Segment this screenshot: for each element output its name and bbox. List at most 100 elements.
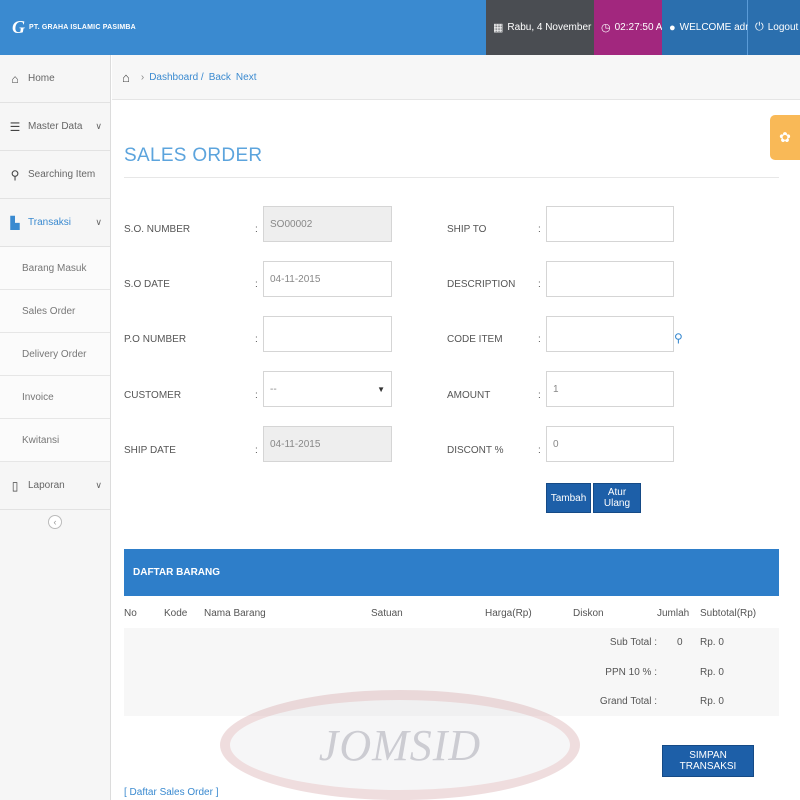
sidebar-subitem-label: Barang Masuk (22, 262, 87, 274)
sidebar-collapse: ‹ (0, 510, 110, 534)
user-icon: ● (669, 21, 676, 34)
caret-down-icon: ▼ (377, 384, 385, 394)
chevron-down-icon: ∨ (95, 480, 102, 490)
watermark-text: JOMSID (318, 720, 482, 770)
ship-to-input[interactable] (546, 206, 674, 242)
brand[interactable]: G PT. GRAHA ISLAMIC PASIMBA (0, 0, 486, 55)
top-bar: G PT. GRAHA ISLAMIC PASIMBA ▦ Rabu, 4 No… (0, 0, 800, 55)
ship-date-label: SHIP DATE (124, 445, 176, 456)
ppn-label: PPN 10 % : (605, 667, 657, 678)
amount-input[interactable] (546, 371, 674, 407)
discount-input[interactable] (546, 426, 674, 462)
sidebar-subitem-delivery-order[interactable]: Delivery Order (0, 333, 110, 376)
column-header-subtotal: Subtotal(Rp) (700, 608, 757, 619)
file-icon: ▯ (11, 478, 19, 493)
breadcrumb: ⌂ › Dashboard / Back Next (112, 55, 800, 100)
customer-select-value: -- (270, 383, 277, 395)
code-item-label: CODE ITEM (447, 334, 503, 345)
column-header-diskon: Diskon (573, 608, 604, 619)
power-icon: ⏻ (755, 21, 764, 33)
sidebar-subitem-invoice[interactable]: Invoice (0, 376, 110, 419)
page-title: SALES ORDER (124, 145, 263, 166)
sub-total-label: Sub Total : (609, 637, 657, 648)
home-icon: ⌂ (11, 71, 19, 86)
sidebar: ⌂ Home ☰ Master Data ∨ ⚲ Searching Item … (0, 55, 111, 800)
customer-label: CUSTOMER (124, 390, 182, 401)
search-icon[interactable]: ⚲ (674, 331, 683, 345)
time-display: ◷ 02:27:50 AM (594, 0, 671, 55)
sidebar-item-searching-item[interactable]: ⚲ Searching Item (0, 151, 110, 199)
date-display: ▦ Rabu, 4 November 2015 (486, 0, 616, 55)
sidebar-subitem-label: Kwitansi (22, 434, 60, 446)
ppn-value: Rp. 0 (700, 667, 724, 678)
clock-icon: ◷ (601, 22, 611, 34)
sidebar-item-laporan[interactable]: ▯ Laporan ∨ (0, 462, 110, 510)
simpan-transaksi-button[interactable]: SIMPAN TRANSAKSI (662, 745, 754, 777)
user-menu[interactable]: ● WELCOME admin (662, 0, 761, 55)
sidebar-item-label: Transaksi (28, 217, 71, 228)
calendar-icon: ▦ (493, 22, 504, 34)
sidebar-item-label: Searching Item (28, 169, 96, 180)
sidebar-subitem-label: Invoice (22, 391, 54, 403)
search-icon: ⚲ (10, 167, 20, 182)
description-input[interactable] (546, 261, 674, 297)
brand-name: PT. GRAHA ISLAMIC PASIMBA (29, 24, 136, 31)
brand-logo-icon: G (12, 17, 25, 37)
logout-button[interactable]: ⏻ Logout (748, 0, 800, 55)
code-item-input[interactable] (546, 316, 674, 352)
chevron-down-icon: ∨ (95, 121, 102, 131)
column-header-no: No (124, 608, 137, 619)
sidebar-subitem-sales-order[interactable]: Sales Order (0, 290, 110, 333)
colon: : (538, 224, 541, 235)
daftar-barang-header: DAFTAR BARANG (124, 549, 779, 596)
sub-total-value: Rp. 0 (700, 637, 724, 648)
tambah-button[interactable]: Tambah (546, 483, 591, 513)
chevron-down-icon: ∨ (95, 217, 102, 227)
column-header-nama-barang: Nama Barang (204, 608, 266, 619)
sidebar-subitem-kwitansi[interactable]: Kwitansi (0, 419, 110, 462)
sidebar-subitem-label: Sales Order (22, 305, 76, 317)
po-number-input[interactable] (263, 316, 392, 352)
settings-gear-icon[interactable]: ✿ (770, 115, 800, 160)
sidebar-item-master-data[interactable]: ☰ Master Data ∨ (0, 103, 110, 151)
column-header-harga: Harga(Rp) (485, 608, 532, 619)
sidebar-subitem-barang-masuk[interactable]: Barang Masuk (0, 247, 110, 290)
colon: : (538, 334, 541, 345)
sub-total-qty: 0 (677, 637, 683, 648)
sidebar-item-label: Laporan (28, 480, 65, 491)
logout-text: Logout (767, 22, 799, 33)
amount-label: AMOUNT (447, 390, 491, 401)
sidebar-item-home[interactable]: ⌂ Home (0, 55, 110, 103)
cart-icon: ▙ (10, 215, 20, 230)
sidebar-subitem-label: Delivery Order (22, 348, 87, 360)
daftar-sales-order-link[interactable]: [ Daftar Sales Order ] (124, 787, 218, 798)
colon: : (255, 224, 258, 235)
customer-select[interactable]: -- ▼ (263, 371, 392, 407)
so-number-input[interactable] (263, 206, 392, 242)
colon: : (255, 279, 258, 290)
ship-date-input[interactable] (263, 426, 392, 462)
breadcrumb-separator: › (140, 71, 145, 83)
colon: : (538, 279, 541, 290)
breadcrumb-back[interactable]: Back (209, 72, 231, 83)
colon: : (255, 390, 258, 401)
sidebar-item-label: Master Data (28, 121, 83, 132)
list-icon: ☰ (9, 119, 21, 134)
description-label: DESCRIPTION (447, 279, 516, 290)
colon: : (538, 390, 541, 401)
column-header-kode: Kode (164, 608, 188, 619)
column-header-satuan: Satuan (371, 608, 403, 619)
so-date-input[interactable] (263, 261, 392, 297)
colon: : (255, 334, 258, 345)
so-number-label: S.O. NUMBER (124, 224, 191, 235)
chevron-left-icon[interactable]: ‹ (48, 515, 62, 529)
colon: : (255, 445, 258, 456)
so-date-label: S.O DATE (124, 279, 170, 290)
breadcrumb-dashboard[interactable]: Dashboard / (149, 72, 203, 83)
atur-ulang-button[interactable]: Atur Ulang (593, 483, 641, 513)
home-icon[interactable]: ⌂ (122, 70, 130, 85)
grand-total-value: Rp. 0 (700, 696, 724, 707)
sidebar-item-transaksi[interactable]: ▙ Transaksi ∨ (0, 199, 110, 247)
breadcrumb-next[interactable]: Next (236, 72, 257, 83)
title-divider (124, 177, 779, 178)
